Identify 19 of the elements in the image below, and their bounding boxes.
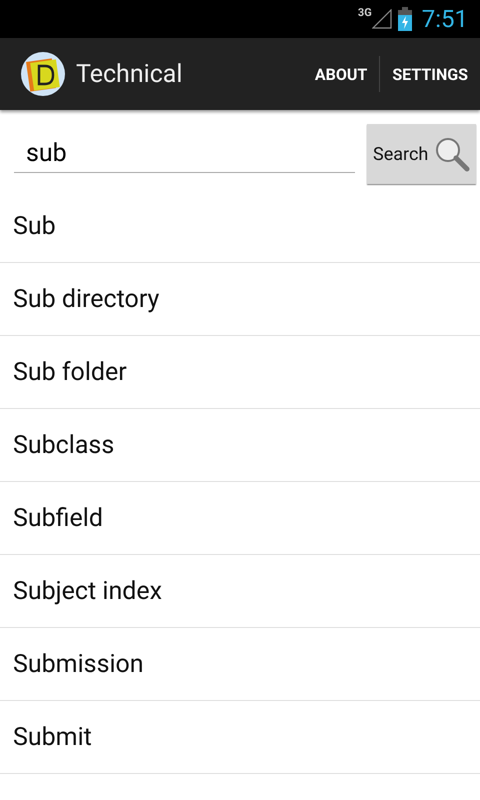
result-item[interactable]: Submit <box>0 701 480 774</box>
result-item[interactable]: Sub <box>0 190 480 263</box>
app-logo-icon <box>20 51 66 97</box>
action-button[interactable]: SETTINGS <box>380 38 480 110</box>
result-item[interactable]: Subclass <box>0 409 480 482</box>
clock: 7:51 <box>422 5 468 33</box>
signal-icon <box>372 9 392 29</box>
network-type: 3G <box>358 6 372 19</box>
result-item[interactable]: Subject index <box>0 555 480 628</box>
battery-icon <box>398 7 412 31</box>
action-button[interactable]: ABOUT <box>302 38 380 110</box>
app-title: Technical <box>76 60 184 88</box>
search-button[interactable]: Search <box>367 124 476 184</box>
search-field[interactable]: sub <box>14 135 355 173</box>
search-icon <box>434 136 470 172</box>
result-item[interactable]: Sub folder <box>0 336 480 409</box>
result-item[interactable]: Submission <box>0 628 480 701</box>
result-item[interactable]: Sub directory <box>0 263 480 336</box>
result-item[interactable]: Subfield <box>0 482 480 555</box>
